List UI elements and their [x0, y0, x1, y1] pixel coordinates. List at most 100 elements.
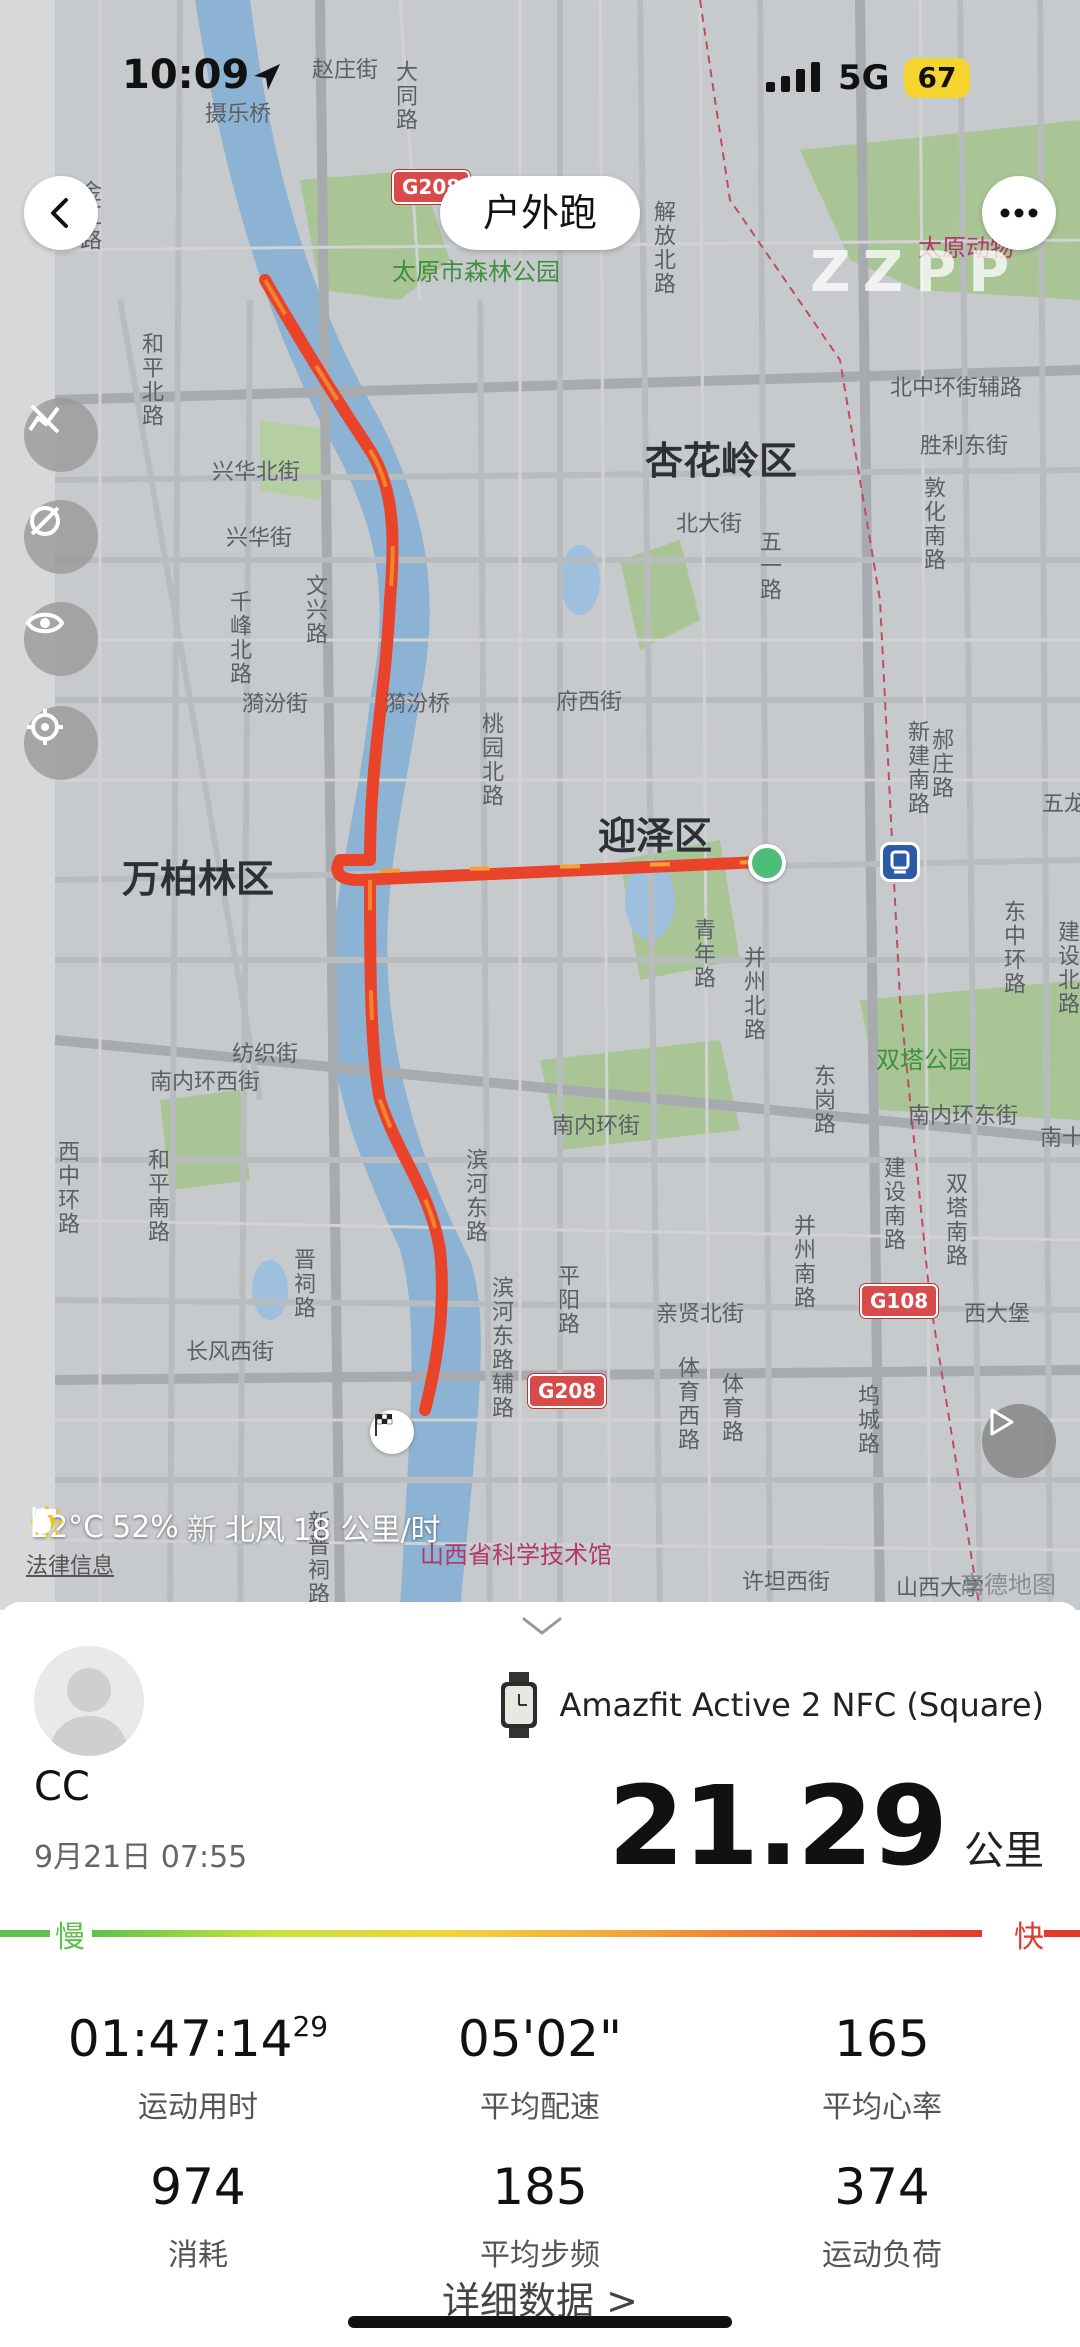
highway-badge: G208 — [528, 1374, 607, 1408]
more-dots-icon — [1000, 208, 1038, 218]
map-label-road: 和平北路 — [138, 332, 163, 428]
eye-icon — [25, 612, 65, 634]
pace-gradient-bar — [92, 1930, 982, 1937]
stat-avg-pace: 05'02" 平均配速 — [370, 2010, 710, 2126]
map-provider-logo: 高德地图 — [960, 1571, 1056, 1599]
stat-value: 165 — [834, 2010, 930, 2068]
map-label-bridge: 漪汾桥 — [384, 692, 451, 717]
map-label-road: 西大堡 — [964, 1302, 1031, 1327]
speed-layer-toggle[interactable] — [24, 398, 98, 472]
stat-value-sup: 29 — [292, 2010, 329, 2043]
cellular-signal-icon — [766, 62, 820, 92]
distance-value: 21.29 — [608, 1762, 948, 1890]
map-label-park: 双塔公园 — [876, 1046, 972, 1074]
network-type: 5G — [838, 58, 890, 98]
stat-label: 平均步频 — [480, 2238, 600, 2273]
map-label-road: 南十 — [1040, 1126, 1080, 1151]
map-label-road: 北大街 — [676, 512, 743, 537]
map-label-road: 亲贤北街 — [656, 1302, 745, 1327]
stat-duration: 01:47:1429 运动用时 — [28, 2010, 368, 2126]
map-label-road: 五一路 — [756, 530, 781, 602]
map-label-road: 兴华北街 — [212, 460, 301, 485]
device-name: Amazfit Active 2 NFC (Square) — [559, 1686, 1044, 1724]
pace-layer-toggle[interactable] — [24, 500, 98, 574]
map-label-road: 南内环东街 — [908, 1104, 1019, 1129]
map-label-road: 胜利东街 — [920, 434, 1009, 459]
chevron-left-icon — [51, 198, 68, 228]
stat-value: 185 — [492, 2158, 588, 2216]
locate-button[interactable] — [24, 706, 98, 780]
map-label-road: 双塔南路 — [942, 1172, 967, 1268]
pace-legend: 慢 快 — [0, 1910, 1080, 1955]
map-label-road: 滨河东路辅路 — [488, 1276, 513, 1420]
stat-value: 374 — [834, 2158, 930, 2216]
map-label-road: 东中环路 — [1000, 900, 1025, 996]
start-point-marker — [748, 844, 786, 882]
map-label-road: 赵庄街 — [312, 58, 379, 83]
map-label-road: 并州北路 — [740, 946, 765, 1042]
map-label-road: 纺织街 — [232, 1042, 299, 1067]
pace-off-icon — [30, 506, 60, 536]
legal-info-link[interactable]: 法律信息 — [26, 1548, 114, 1580]
map-label-road: 许坦西街 — [742, 1570, 831, 1595]
avatar[interactable] — [34, 1646, 144, 1756]
page-title: 户外跑 — [440, 176, 640, 250]
map-label-road: 解放北路 — [650, 200, 675, 296]
map-label-district: 杏花岭区 — [645, 439, 798, 483]
stat-training-load: 374 运动负荷 — [712, 2158, 1052, 2274]
stat-avg-cadence: 185 平均步频 — [370, 2158, 710, 2274]
map-label-road: 兴华街 — [226, 526, 293, 551]
collapse-handle[interactable] — [520, 1614, 564, 1642]
highway-badge: G108 — [860, 1284, 939, 1318]
home-indicator[interactable] — [348, 2316, 732, 2328]
map-label-road: 五龙 — [1042, 792, 1080, 817]
map-label-district: 万柏林区 — [122, 857, 275, 901]
stat-value: 974 — [150, 2158, 246, 2216]
stat-avg-heart-rate: 165 平均心率 — [712, 2010, 1052, 2126]
stat-label: 运动用时 — [138, 2090, 258, 2125]
chevron-down-icon — [522, 1617, 562, 1635]
map-label-road: 并州南路 — [790, 1214, 815, 1310]
stat-label: 平均配速 — [480, 2090, 600, 2125]
map-label-road: 南内环西街 — [150, 1070, 261, 1095]
map-label-road: 和平南路 — [144, 1148, 169, 1244]
humidity: 52% — [112, 1509, 179, 1545]
more-options-button[interactable] — [982, 176, 1056, 250]
map-label-road: 坞城路 — [854, 1384, 879, 1456]
device-info[interactable]: Amazfit Active 2 NFC (Square) — [497, 1672, 1044, 1738]
distance-unit: 公里 — [964, 1828, 1044, 1874]
pace-bar-right — [1044, 1930, 1080, 1937]
map-label-poi: 山西省科学技术馆 — [420, 1541, 612, 1569]
stat-label: 消耗 — [168, 2238, 228, 2273]
map-label-road: 南内环街 — [552, 1114, 641, 1139]
metro-station-icon[interactable] — [880, 842, 920, 882]
workout-datetime: 9月21日 07:55 — [34, 1840, 248, 1875]
weather-bar: 12°C 52% 新 北风 18 公里/时 — [30, 1505, 441, 1549]
map-label-road: 滨河东路 — [462, 1148, 487, 1244]
map-label-road: 建设北路 — [1054, 920, 1079, 1016]
chart-off-icon — [28, 404, 60, 434]
map-label-road: 府西街 — [556, 690, 623, 715]
wind-direction: 北风 — [224, 1513, 285, 1548]
map-label-road: 漪汾街 — [242, 692, 309, 717]
map-label-road: 建设南路 — [880, 1156, 905, 1252]
user-silhouette-icon — [48, 1668, 130, 1756]
workout-summary-sheet: CC 9月21日 07:55 Amazfit Active 2 NFC (Squ… — [0, 1602, 1080, 2347]
back-button[interactable] — [24, 176, 98, 250]
battery-level: 67 — [904, 58, 970, 98]
map-label-district: 迎泽区 — [598, 814, 713, 858]
map-label-road: 东岗路 — [810, 1064, 835, 1136]
watch-icon — [501, 1672, 538, 1738]
map-label-road: 敦化南路 — [920, 476, 945, 572]
map-label-road: 北中环街辅路 — [890, 376, 1023, 401]
play-icon — [990, 1408, 1014, 1436]
user-name: CC — [34, 1764, 90, 1810]
map-label-road: 晋祠路 — [290, 1248, 315, 1320]
replay-button[interactable] — [982, 1404, 1056, 1478]
stat-calories: 974 消耗 — [28, 2158, 368, 2274]
stat-label: 平均心率 — [822, 2090, 942, 2125]
status-time: 10:09 — [122, 52, 250, 98]
pace-fast-label: 快 — [1014, 1920, 1044, 1955]
crosshair-icon — [27, 709, 63, 745]
visibility-toggle[interactable] — [24, 602, 98, 676]
